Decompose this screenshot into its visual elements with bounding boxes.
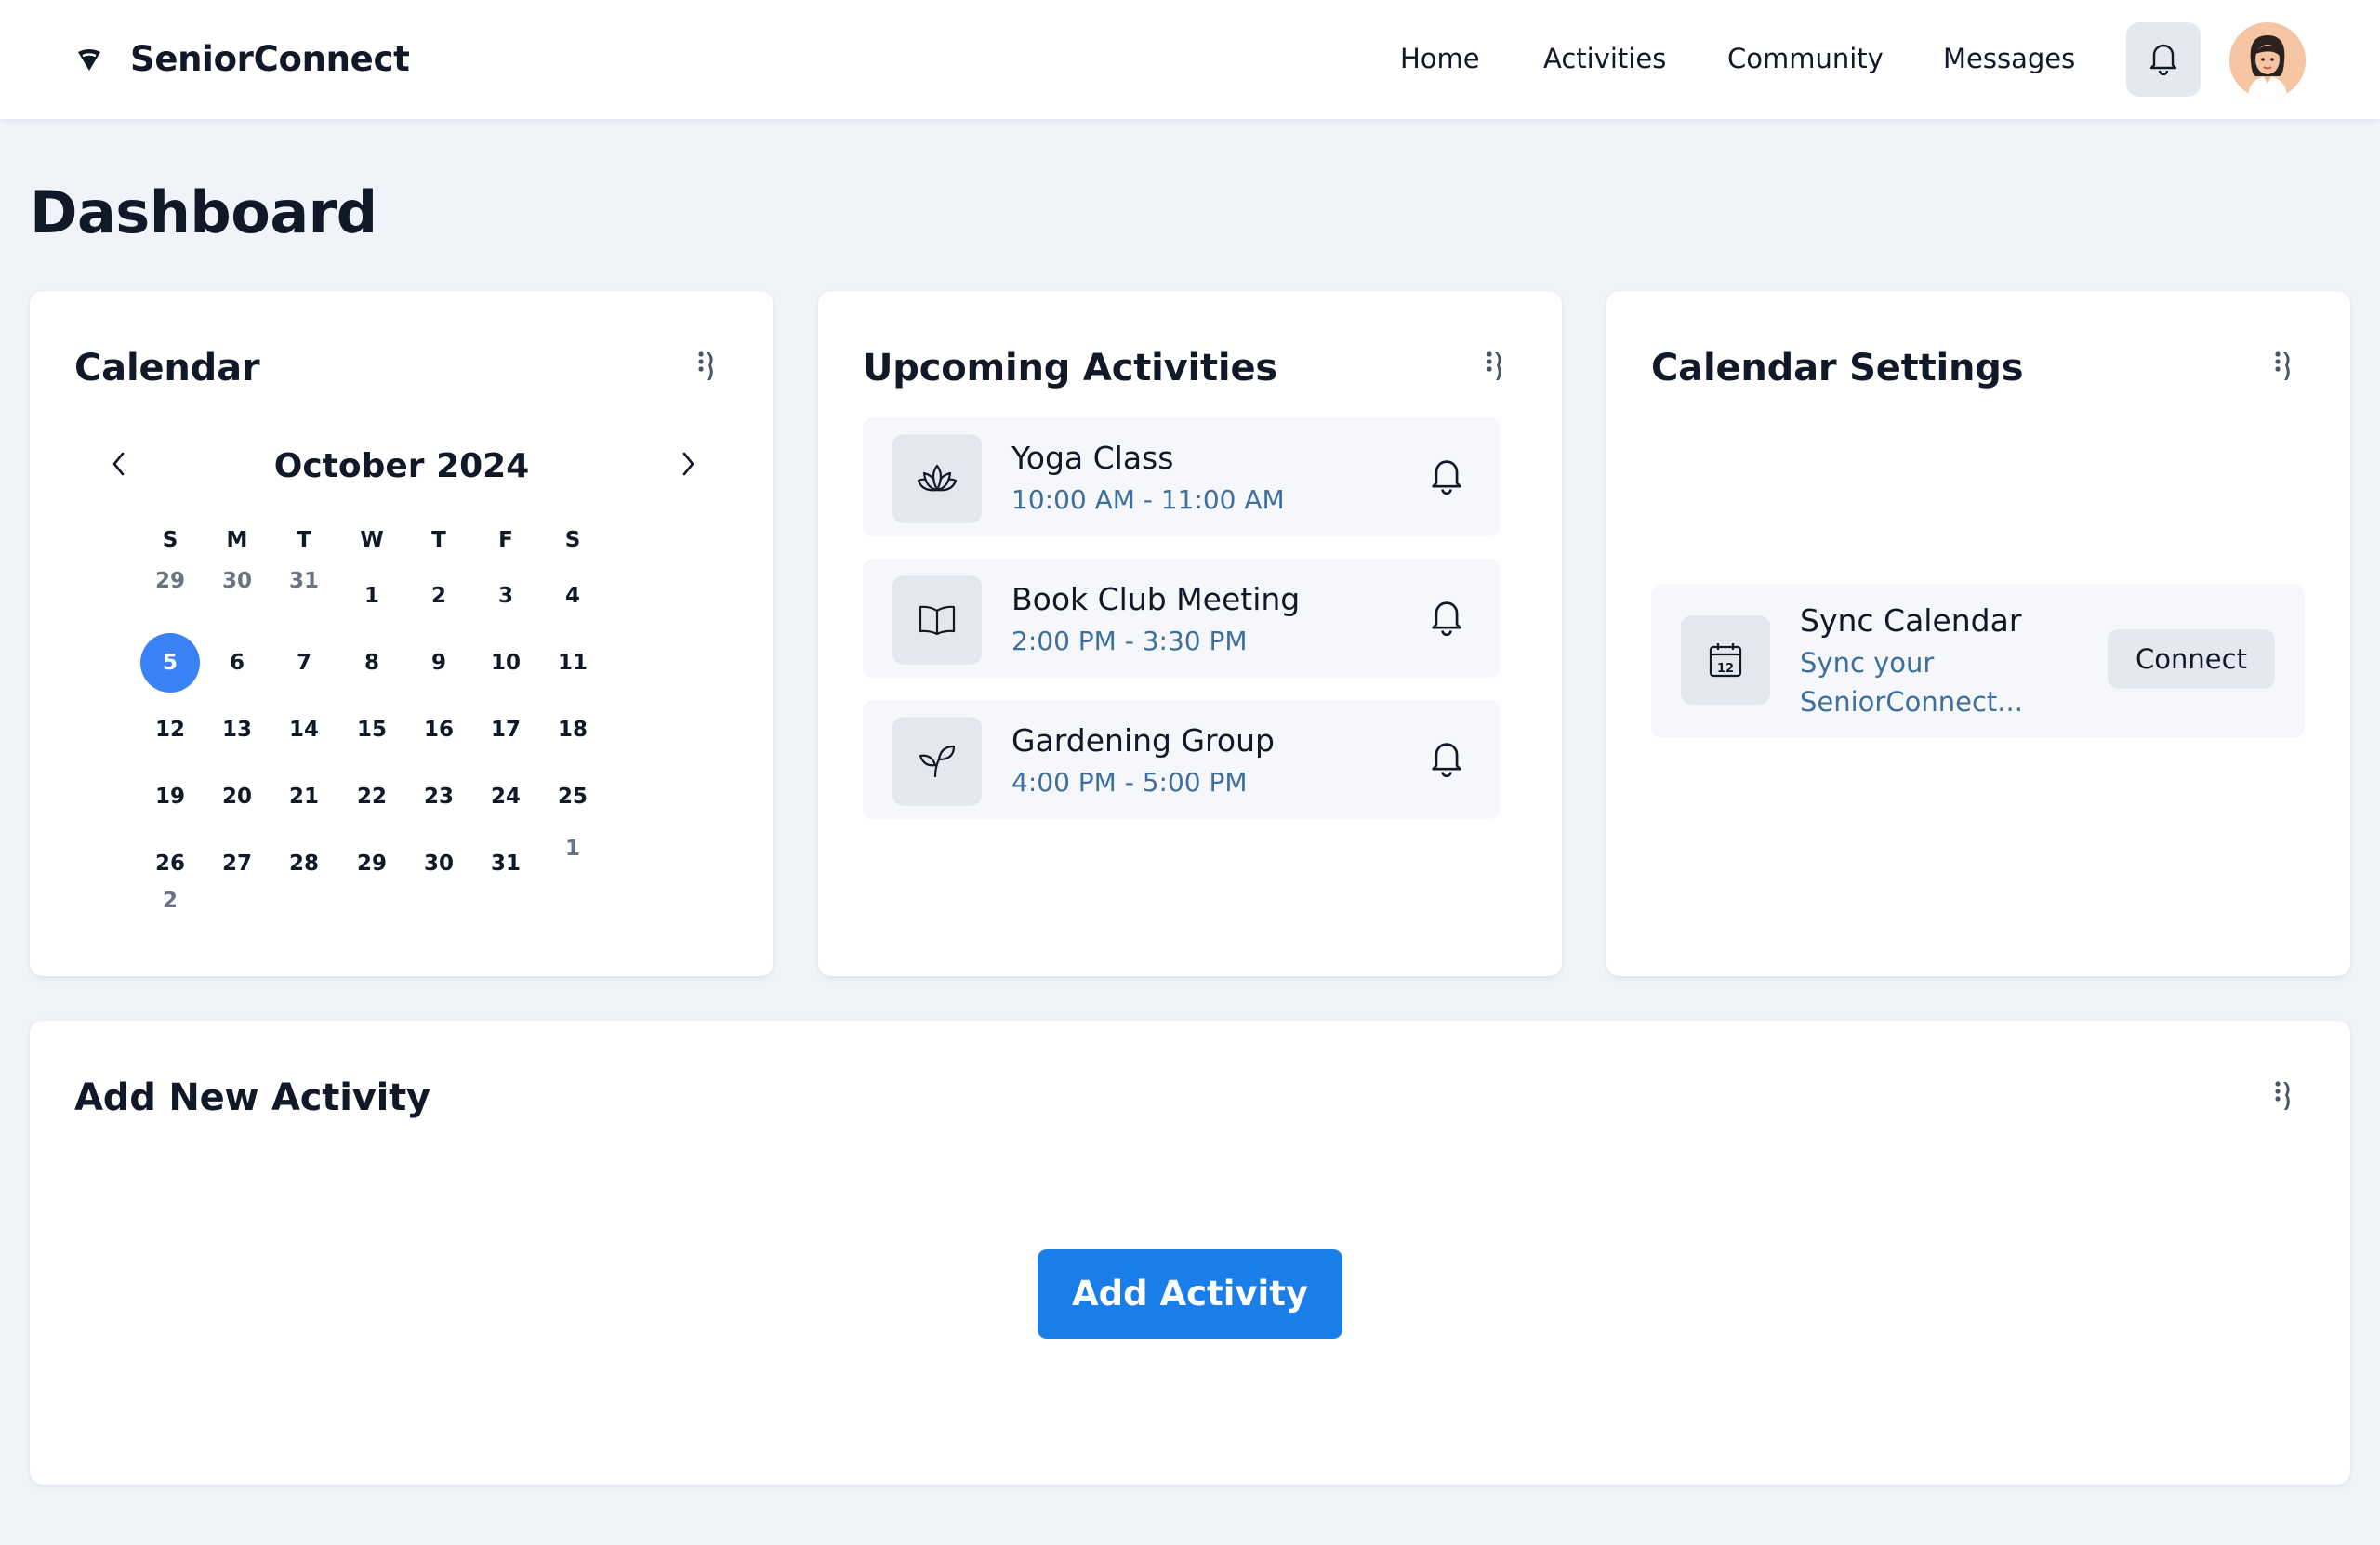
calendar-day[interactable]: 30 bbox=[207, 551, 267, 611]
page-title: Dashboard bbox=[30, 178, 377, 246]
sync-calendar-row: 12 Sync Calendar Sync your SeniorConnect… bbox=[1651, 584, 2305, 738]
top-navigation-bar: SeniorConnect Home Activities Community … bbox=[0, 0, 2380, 119]
calendar-day[interactable]: 23 bbox=[409, 767, 469, 826]
activity-name: Yoga Class bbox=[1012, 440, 1174, 476]
calendar-day[interactable]: 4 bbox=[543, 566, 602, 626]
calendar-day[interactable]: 28 bbox=[274, 834, 334, 893]
calendar-day[interactable]: 8 bbox=[342, 633, 402, 693]
calendar-title: Calendar bbox=[74, 347, 260, 390]
activity-time: 10:00 AM - 11:00 AM bbox=[1012, 484, 1285, 515]
chevron-right-icon bbox=[679, 450, 697, 482]
nav-activities[interactable]: Activities bbox=[1543, 35, 1666, 82]
calendar-day[interactable]: 11 bbox=[543, 633, 602, 693]
brand-name: SeniorConnect bbox=[130, 38, 410, 79]
calendar-day[interactable]: 20 bbox=[207, 767, 267, 826]
calendar-day[interactable]: 29 bbox=[140, 551, 200, 611]
calendar-day[interactable]: 10 bbox=[476, 633, 536, 693]
add-activity-button[interactable]: Add Activity bbox=[1038, 1249, 1342, 1339]
month-label: October 2024 bbox=[273, 447, 530, 485]
calendar-day[interactable]: 19 bbox=[140, 767, 200, 826]
calendar-day[interactable]: 2 bbox=[409, 566, 469, 626]
calendar-day[interactable]: 31 bbox=[476, 834, 536, 893]
calendar-day[interactable]: 18 bbox=[543, 700, 602, 759]
add-activity-title: Add New Activity bbox=[74, 1076, 430, 1119]
calendar-day[interactable]: 2 bbox=[140, 871, 200, 931]
calendar-day[interactable]: 16 bbox=[409, 700, 469, 759]
calendar-day[interactable]: 12 bbox=[140, 700, 200, 759]
activity-reminder-button[interactable] bbox=[1422, 453, 1471, 501]
next-month-button[interactable] bbox=[669, 447, 707, 484]
weekday-label: T bbox=[297, 528, 311, 552]
svg-text:12: 12 bbox=[1717, 662, 1734, 676]
weekday-label: W bbox=[360, 528, 384, 552]
calendar-day[interactable]: 25 bbox=[543, 767, 602, 826]
connect-button[interactable]: Connect bbox=[2108, 629, 2275, 689]
calendar-day[interactable]: 3 bbox=[476, 566, 536, 626]
calendar-day[interactable]: 13 bbox=[207, 700, 267, 759]
calendar-day[interactable]: 14 bbox=[274, 700, 334, 759]
brand-logo-icon bbox=[73, 42, 106, 75]
upcoming-activities-card: Upcoming Activities Yoga Class 10:00 AM … bbox=[818, 291, 1562, 976]
sync-calendar-description: Sync your SeniorConnect... bbox=[1800, 647, 2023, 718]
drag-handle-icon[interactable] bbox=[695, 347, 718, 384]
activity-item[interactable]: Gardening Group 4:00 PM - 5:00 PM bbox=[863, 700, 1501, 819]
drag-handle-icon[interactable] bbox=[1484, 347, 1506, 384]
drag-handle-icon[interactable] bbox=[2272, 1076, 2294, 1114]
calendar-day[interactable]: 29 bbox=[342, 834, 402, 893]
calendar-day[interactable]: 30 bbox=[409, 834, 469, 893]
lotus-icon bbox=[892, 434, 982, 523]
calendar-day[interactable]: 17 bbox=[476, 700, 536, 759]
calendar-day[interactable]: 1 bbox=[543, 819, 602, 878]
activity-time: 2:00 PM - 3:30 PM bbox=[1012, 626, 1248, 656]
calendar-card: Calendar October 2024 S M T W T F S 29 30 31 1 2 3 4 5… bbox=[30, 291, 774, 976]
nav-community[interactable]: Community bbox=[1727, 35, 1884, 82]
calendar-settings-card: Calendar Settings 12 Sync Calendar Sync … bbox=[1606, 291, 2350, 976]
activity-name: Book Club Meeting bbox=[1012, 581, 1301, 617]
calendar-settings-title: Calendar Settings bbox=[1651, 347, 2024, 390]
calendar-day[interactable]: 9 bbox=[409, 633, 469, 693]
weekday-label: T bbox=[431, 528, 446, 552]
calendar-day[interactable]: 6 bbox=[207, 633, 267, 693]
weekday-label: M bbox=[226, 528, 248, 552]
calendar-day[interactable]: 31 bbox=[274, 551, 334, 611]
activity-time: 4:00 PM - 5:00 PM bbox=[1012, 767, 1248, 798]
calendar-day[interactable]: 7 bbox=[274, 633, 334, 693]
calendar-day[interactable]: 22 bbox=[342, 767, 402, 826]
weekday-label: S bbox=[564, 528, 581, 552]
bell-icon bbox=[1428, 456, 1465, 498]
activity-reminder-button[interactable] bbox=[1422, 594, 1471, 642]
activity-name: Gardening Group bbox=[1012, 722, 1275, 759]
book-icon bbox=[892, 575, 982, 665]
calendar-day[interactable]: 21 bbox=[274, 767, 334, 826]
calendar-icon: 12 bbox=[1681, 615, 1770, 705]
calendar-day[interactable]: 24 bbox=[476, 767, 536, 826]
bell-icon bbox=[2147, 40, 2180, 79]
nav-messages[interactable]: Messages bbox=[1943, 35, 2075, 82]
nav-home[interactable]: Home bbox=[1400, 35, 1480, 82]
calendar-day[interactable]: 1 bbox=[342, 566, 402, 626]
bell-icon bbox=[1428, 738, 1465, 781]
drag-handle-icon[interactable] bbox=[2272, 347, 2294, 384]
bell-icon bbox=[1428, 597, 1465, 640]
notifications-button[interactable] bbox=[2126, 22, 2201, 97]
sprout-icon bbox=[892, 717, 982, 806]
activity-item[interactable]: Yoga Class 10:00 AM - 11:00 AM bbox=[863, 417, 1501, 536]
weekday-label: F bbox=[498, 528, 513, 552]
sync-calendar-title: Sync Calendar bbox=[1800, 602, 2022, 639]
weekday-label: S bbox=[162, 528, 178, 552]
calendar-day[interactable]: 27 bbox=[207, 834, 267, 893]
brand[interactable]: SeniorConnect bbox=[73, 35, 410, 82]
selected-day[interactable]: 5 bbox=[140, 633, 200, 693]
user-avatar[interactable] bbox=[2229, 22, 2306, 99]
activity-reminder-button[interactable] bbox=[1422, 735, 1471, 784]
calendar-day[interactable]: 15 bbox=[342, 700, 402, 759]
upcoming-activities-title: Upcoming Activities bbox=[863, 347, 1277, 390]
activity-item[interactable]: Book Club Meeting 2:00 PM - 3:30 PM bbox=[863, 559, 1501, 678]
